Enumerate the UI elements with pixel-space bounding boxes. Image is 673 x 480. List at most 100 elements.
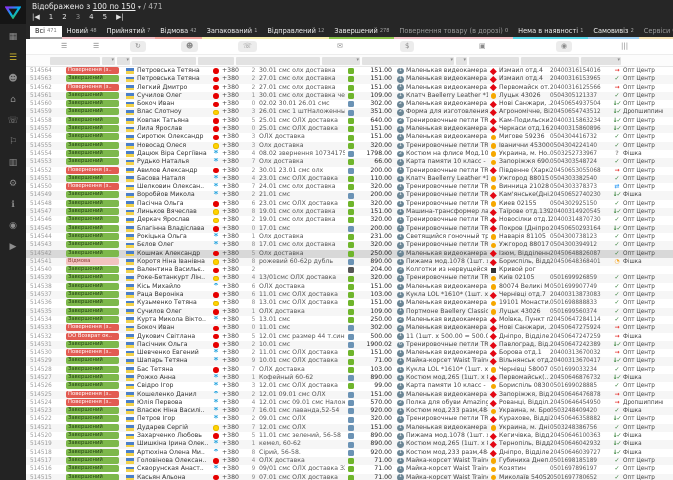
home-icon[interactable]: ⌂ [3,92,23,108]
table-row[interactable]: 514562 Повернення (з.. Легкий Дмитро +380 2 2… [26,83,673,92]
phone-number[interactable]: +380 [222,382,248,390]
tracking-number[interactable]: 20450646876732 [550,374,610,382]
phone-number[interactable]: +380 [222,150,248,158]
tracking-number[interactable]: 0504300738123 [550,233,610,241]
filter-input-11[interactable] [521,56,579,65]
table-row[interactable]: 514553 Завершений Рудько Наталья * +380 7 Олх … [26,158,673,167]
tracking-number[interactable]: 0504305121337 [550,92,610,100]
phone-number[interactable]: +380 [222,465,248,473]
table-row[interactable]: 514525 Повернення (з.. Кошеленко Данил * +38… [26,390,673,399]
phone-number[interactable]: +380 [222,117,248,125]
phone-number[interactable]: +380 [222,200,248,208]
phone-number[interactable]: +380 [222,158,248,166]
table-row[interactable]: 514532 DO Возврат ок.. Дукович Світлана +38… [26,332,673,341]
table-row[interactable]: 514552 Повернення (з.. Авилов Александр +38… [26,166,673,175]
table-row[interactable]: 514551 Завершений Басова Наталя * +380 4 23.01… [26,174,673,184]
table-row[interactable]: 514564 Повернення (з.. Петровська Тетяна +3… [26,67,673,75]
phone-number[interactable]: +380 [222,108,248,116]
tracking-number[interactable]: 20450646476878 [550,391,610,399]
table-row[interactable]: 514546 Завершений Деркач Ярослав +380 2 19.01… [26,216,673,224]
table-row[interactable]: 514523 Завершений Власюк Ніна Василі.. * +38… [26,407,673,416]
support-icon[interactable]: ◉ [3,218,23,234]
table-row[interactable]: 514518 Завершений Артюхіна Олена Ми.. * +380… [26,448,673,457]
filter-input-8[interactable]: ▾ [362,56,454,65]
table-row[interactable]: 514560 Завершений Бокоч Иван +380 0 02.02 30.… [26,100,673,108]
app-logo-icon[interactable] [0,0,26,24]
tracking-number[interactable]: 20450647275924 [550,324,610,332]
tracking-number[interactable]: 20400315860896 [550,125,610,133]
tab-8[interactable]: Повернення товару (в дорозі) 0 [394,26,514,39]
phone-number[interactable]: +380 [222,399,248,407]
table-row[interactable]: 514561 Завершений Сучилов Олег +380 1 30.01 с… [26,91,673,101]
table-row[interactable]: 514559 Завершений Влас Слотноу +380 3 26.01 с… [26,108,673,117]
tracking-number[interactable]: 0504304224140 [550,142,610,150]
table-row[interactable]: 514537 Завершений Раца Вероніка +380 6 11.01 … [26,291,673,300]
page-button-2[interactable]: 2 [62,13,66,21]
phone-number[interactable]: +380 [222,299,248,307]
table-row[interactable]: 514516 Завершений Скворунская Анаст.. * +380… [26,465,673,473]
status-list-icon[interactable]: ☰ [88,41,104,52]
tracking-number[interactable]: 20450646039727 [550,449,610,457]
video-help-icon[interactable]: ▶ [3,239,23,255]
tracking-number[interactable]: 0503248386756 [550,424,610,432]
phone-number[interactable]: +380 [222,100,248,108]
filter-input-7[interactable]: ▾ [322,56,360,65]
tracking-number[interactable]: 20450646454950 [550,399,610,407]
table-row[interactable]: 514543 Завершений Бєлов Олег * +380 8 17.01 см… [26,241,673,250]
range-caret-icon[interactable]: ▾ [138,4,141,11]
comment-icon[interactable]: ✉ [332,41,348,52]
phone-number[interactable]: +380 [222,167,248,175]
tracking-number[interactable]: 20400315863234 [550,117,610,125]
filter-input-4[interactable] [132,56,196,65]
tab-1[interactable]: Всі 471 [30,26,62,39]
phone-number[interactable]: +380 [222,391,248,399]
table-row[interactable]: 514545 Завершений Благінна Владіслава +380 0… [26,224,673,233]
phone-number[interactable]: +380 [222,250,248,258]
tab-9[interactable]: Нема в наявності 1 [513,26,589,39]
table-row[interactable]: 514535 Завершений Сучилов Олег +380 1 ОЛХ дос… [26,307,673,316]
tracking-number[interactable]: 0501699028885 [550,382,610,390]
filter-input-1[interactable] [50,56,100,65]
tracking-number[interactable]: 0503252733967 [550,150,610,158]
table-row[interactable]: 514563 Завершений Петровська Тетяна +380 2 27… [26,75,673,84]
tracking-number[interactable]: 0504304416732 [550,133,610,141]
tracking-number[interactable]: 0504300394912 [550,241,610,249]
info-icon[interactable]: ℹ [3,197,23,213]
table-row[interactable]: 514534 Завершений Курта Микола Вікто.. * +38… [26,315,673,324]
phone-number[interactable]: +380 [222,357,248,365]
phone-number[interactable]: +380 [222,349,248,357]
table-row[interactable]: 514555 Завершений Новосад Олеся +380 3 Олх до… [26,141,673,150]
tracking-number[interactable]: 20450648826087 [550,250,610,258]
page-button-4[interactable]: 4 [89,13,93,21]
range-selector[interactable]: 100 по 150 [93,2,136,11]
table-row[interactable]: 514529 Завершений Шапарь Тетяна * +380 9 10.01… [26,357,673,366]
tab-7[interactable]: Завершений 278 [329,26,395,39]
table-row[interactable]: 514540 Завершений Валентина Васильє.. +380 2… [26,266,673,274]
tracking-number[interactable]: 0501697780652 [550,474,610,480]
settings-gear-icon[interactable]: ⚙ [3,176,23,192]
phone-number[interactable]: +380 [222,474,248,480]
tab-5[interactable]: Запакований 1 [201,26,263,39]
phone-number[interactable]: +380 [222,233,248,241]
phone-number[interactable]: +380 [222,241,248,249]
table-row[interactable]: 514533 Повернення (з.. Бокоч Иван +380 0 11.0… [26,324,673,333]
table-row[interactable]: 514521 Завершений Дударев Сергій +380 7 12.01… [26,423,673,433]
phone-number[interactable]: +380 [222,366,248,374]
table-row[interactable]: 514520 Завершений Захарченко Любовь +380 5 11… [26,432,673,440]
table-row[interactable]: 514538 Завершений Кісь Михайло * +380 6 ОЛХ до… [26,282,673,291]
table-row[interactable]: 514558 Завершений Ковпак Татьяна +380 5 25.01… [26,116,673,125]
tracking-number[interactable]: 0501697896197 [550,465,610,473]
table-row[interactable]: 514542 Завершений Кошмак Александр +380 5 Олх… [26,249,673,258]
phone-number[interactable]: +380 [222,308,248,316]
table-row[interactable]: 514547 Завершений Линьков Вячеслав +380 8 19.… [26,208,673,217]
tracking-number[interactable]: 20450647247259 [550,333,610,341]
tab-3[interactable]: Прийнятий 7 [101,26,156,39]
tracking-number[interactable]: 20400314870730 [550,216,610,224]
table-row[interactable]: 514519 Завершений Шишкіна Ірина Олек.. * +38… [26,440,673,449]
table-row[interactable]: 514548 Завершений Пасічна Ольга +380 6 23.01 … [26,199,673,208]
tracking-number[interactable]: 0504303548724 [550,158,610,166]
phone-number[interactable]: +380 [222,175,248,183]
phone-number[interactable]: +380 [222,142,248,150]
phone-number[interactable]: +380 [222,191,248,199]
table-row[interactable]: 514544 Завершений Рокіцька Ольга * +380 1 Олх … [26,232,673,241]
